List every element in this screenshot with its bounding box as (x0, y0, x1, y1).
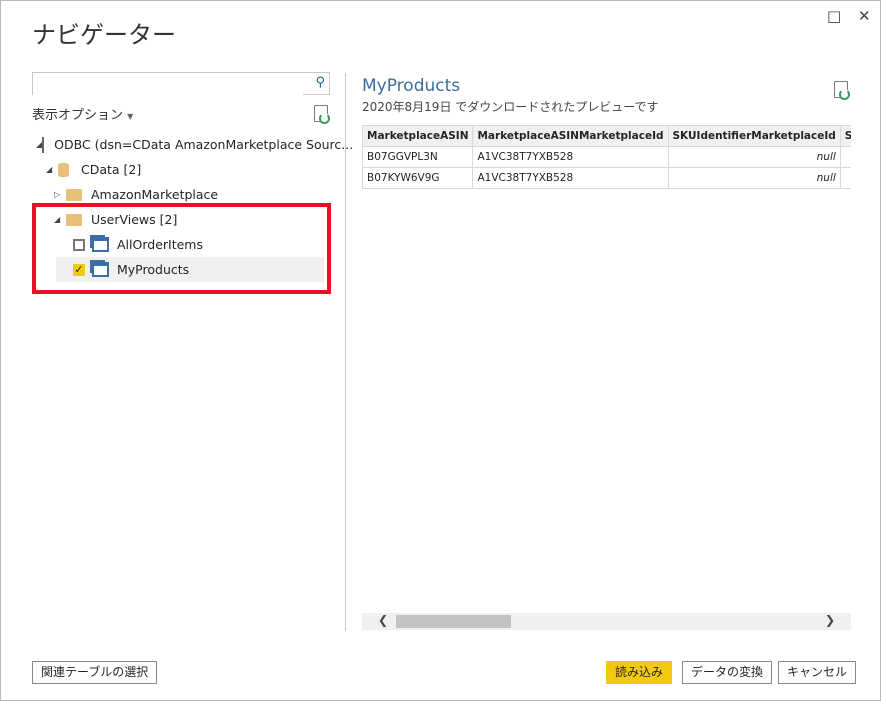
cell: A1VC38T7YXB528 (472, 167, 669, 189)
node-label: ODBC (dsn=CData AmazonMarketplace Sourc.… (54, 137, 354, 152)
display-options-dropdown[interactable]: 表示オプション ▼ (32, 104, 133, 123)
cell (839, 146, 851, 168)
close-button[interactable]: ✕ (858, 7, 871, 25)
expanded-icon: ◢ (46, 165, 53, 174)
scrollbar-thumb[interactable] (396, 615, 511, 628)
cell: null (667, 167, 841, 189)
column-header[interactable]: MarketplaceASIN (362, 125, 474, 147)
table-header-row: MarketplaceASIN MarketplaceASINMarketpla… (362, 125, 851, 147)
node-label: CData [2] (81, 162, 142, 177)
server-icon (42, 136, 45, 153)
horizontal-scrollbar[interactable]: ❮ ❯ (362, 613, 851, 630)
column-header[interactable]: SKUIdentifierMarketplaceId (667, 125, 841, 147)
select-related-tables-button[interactable]: 関連テーブルの選択 (32, 661, 158, 684)
table-row: B07GGVPL3N A1VC38T7YXB528 null (362, 146, 851, 168)
maximize-button[interactable]: □ (827, 7, 841, 25)
scroll-right-icon[interactable]: ❯ (825, 613, 835, 627)
preview-refresh-icon[interactable] (834, 81, 850, 100)
load-button[interactable]: 読み込み (606, 661, 673, 684)
tree-node-cdata[interactable]: ◢ CData [2] (32, 157, 330, 182)
cell: B07GGVPL3N (362, 146, 474, 168)
column-header[interactable]: SKU (839, 125, 851, 147)
window-title: ナビゲーター (32, 21, 176, 49)
cell: A1VC38T7YXB528 (472, 146, 669, 168)
transform-data-button[interactable]: データの変換 (682, 661, 773, 684)
database-icon (58, 162, 69, 177)
search-box: ⚲ (32, 72, 330, 95)
preview-title: MyProducts (362, 76, 461, 96)
highlight-box (32, 203, 331, 294)
preview-subtitle: 2020年8月19日 でダウンロードされたプレビューです (362, 100, 659, 114)
refresh-icon[interactable] (314, 105, 330, 124)
preview-table-container: MarketplaceASIN MarketplaceASINMarketpla… (362, 125, 851, 189)
search-input[interactable] (33, 73, 303, 95)
tree-node-odbc[interactable]: ◢ ODBC (dsn=CData AmazonMarketplace Sourc… (32, 132, 353, 157)
cell (839, 167, 851, 189)
cell: B07KYW6V9G (362, 167, 474, 189)
scroll-left-icon[interactable]: ❮ (378, 613, 388, 627)
pane-divider[interactable] (345, 73, 346, 631)
cancel-button[interactable]: キャンセル (778, 661, 857, 684)
search-icon[interactable]: ⚲ (315, 75, 325, 90)
table-row: B07KYW6V9G A1VC38T7YXB528 null (362, 167, 851, 189)
column-header[interactable]: MarketplaceASINMarketplaceId (472, 125, 669, 147)
folder-icon (66, 188, 82, 201)
preview-table: MarketplaceASIN MarketplaceASINMarketpla… (362, 125, 851, 189)
chevron-down-icon: ▼ (127, 112, 134, 121)
display-options-label: 表示オプション (32, 108, 124, 123)
cell: null (667, 146, 841, 168)
